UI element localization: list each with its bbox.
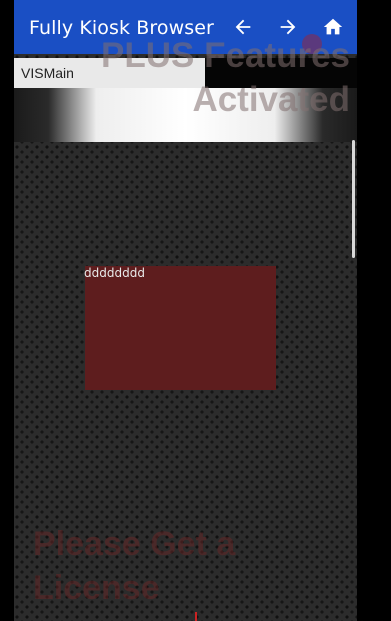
forward-button[interactable] — [274, 13, 302, 41]
watermark-dot — [302, 34, 322, 54]
red-widget[interactable] — [85, 266, 276, 390]
tab-vismain[interactable]: VISMain — [14, 58, 205, 88]
arrow-right-icon — [280, 19, 296, 35]
vertical-scrollbar[interactable] — [352, 140, 355, 258]
red-marker — [195, 612, 197, 621]
arrow-left-icon — [235, 19, 251, 35]
web-viewport[interactable]: VISMain dddddddd — [14, 54, 357, 621]
back-button[interactable] — [229, 13, 257, 41]
home-button[interactable] — [319, 13, 347, 41]
app-title: Fully Kiosk Browser — [29, 17, 214, 39]
tab-bar-filler — [205, 58, 357, 88]
header-banner — [14, 88, 357, 142]
home-icon — [323, 18, 343, 35]
widget-label: dddddddd — [84, 266, 145, 280]
